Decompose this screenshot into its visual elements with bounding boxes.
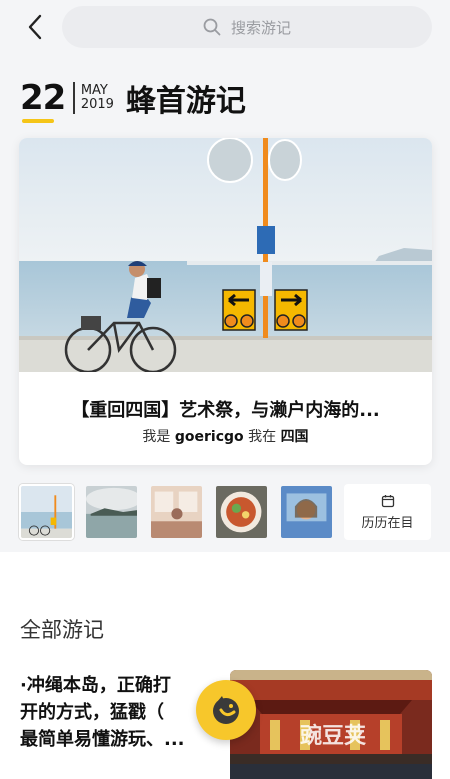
article-title-line: 开的方式，猛戳（ xyxy=(20,702,164,723)
thumbnail-item[interactable] xyxy=(149,484,204,540)
article-title-line: ·冲绳本岛，正确打 xyxy=(20,675,171,696)
watermark-text: 豌豆荚 xyxy=(300,724,367,749)
floating-action-button[interactable] xyxy=(196,680,256,740)
date-divider xyxy=(73,82,75,114)
featured-image xyxy=(19,138,432,372)
chevron-left-icon xyxy=(28,14,42,40)
thumbnail-item[interactable] xyxy=(214,484,269,540)
top-bar: 搜索游记 xyxy=(0,0,450,56)
search-input[interactable]: 搜索游记 xyxy=(62,6,432,48)
search-placeholder: 搜索游记 xyxy=(230,18,291,37)
thumbnail-item[interactable] xyxy=(279,484,334,540)
day-number: 22 xyxy=(20,78,66,118)
page-title: 蜂首游记 xyxy=(125,84,246,119)
date-day: 22 xyxy=(20,78,66,123)
mascot-icon xyxy=(213,696,239,724)
history-label: 历历在目 xyxy=(361,515,414,531)
author-name[interactable]: goericgo xyxy=(175,429,244,445)
history-button[interactable]: 历历在目 xyxy=(344,484,431,540)
date-header: 22 MAY 2019 蜂首游记 xyxy=(20,76,246,123)
day-underline xyxy=(22,119,54,123)
featured-subtitle: 我是 goericgo 我在 四国 xyxy=(19,426,432,446)
thumbnail-strip: 历历在目 xyxy=(19,484,432,540)
location-name[interactable]: 四国 xyxy=(281,429,309,445)
article-title-line: 最简单易懂游玩、... xyxy=(20,729,185,750)
section-title: 全部游记 xyxy=(20,618,104,642)
thumbnail-image xyxy=(86,486,137,538)
author-prefix: 我是 xyxy=(142,429,171,445)
date-month: MAY xyxy=(80,83,108,98)
thumbnail-image xyxy=(281,486,332,538)
search-icon xyxy=(203,18,221,36)
calendar-icon xyxy=(381,494,394,507)
featured-card[interactable]: 【重回四国】艺术祭，与濑户内海的... 我是 goericgo 我在 四国 xyxy=(19,138,432,465)
featured-title: 【重回四国】艺术祭，与濑户内海的... xyxy=(71,400,380,421)
location-prefix: 我在 xyxy=(248,429,277,445)
thumbnail-image xyxy=(216,486,267,538)
thumbnail-item[interactable] xyxy=(84,484,139,540)
article-title[interactable]: ·冲绳本岛，正确打 开的方式，猛戳（ 最简单易懂游玩、... xyxy=(20,672,225,753)
month-year: MAY 2019 xyxy=(81,84,114,112)
thumbnail-image xyxy=(151,486,202,538)
thumbnail-item[interactable] xyxy=(19,484,74,540)
thumbnail-image xyxy=(21,486,72,538)
date-year: 2019 xyxy=(80,97,114,112)
back-button[interactable] xyxy=(20,10,50,44)
